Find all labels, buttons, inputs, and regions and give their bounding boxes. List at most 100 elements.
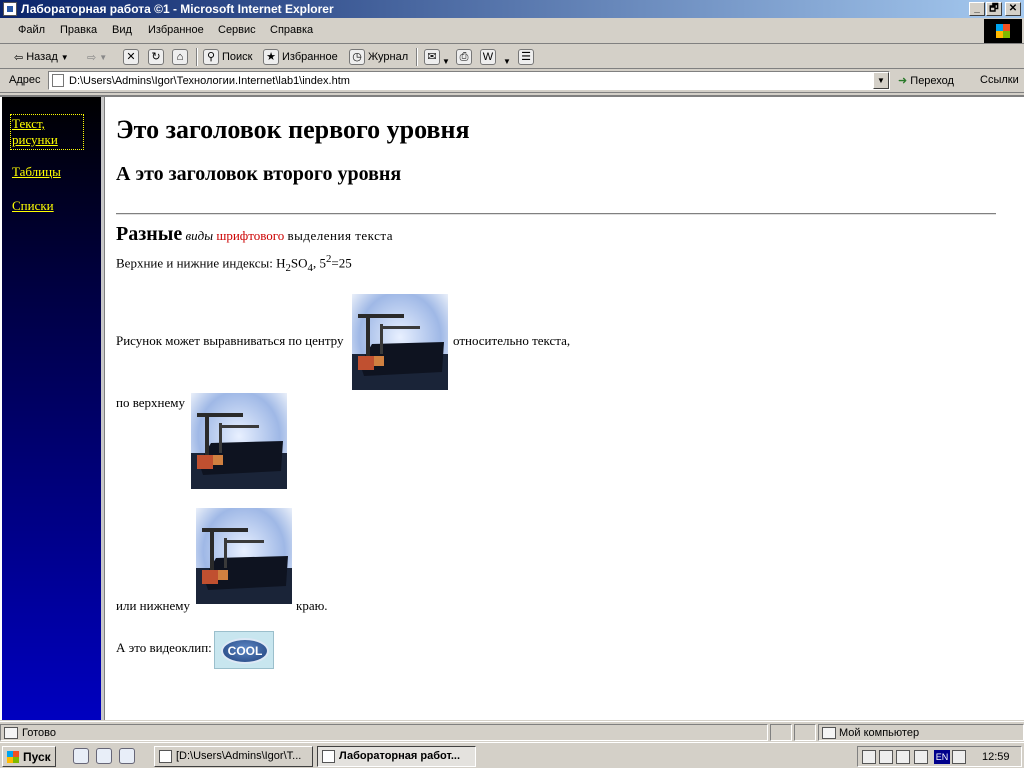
font-italic-word: виды xyxy=(185,228,214,243)
tray-icon-3[interactable] xyxy=(896,750,910,764)
font-red-word: шрифтового xyxy=(216,228,285,243)
my-computer-icon xyxy=(822,727,836,739)
history-label: Журнал xyxy=(368,51,409,63)
windows-logo-icon xyxy=(984,19,1022,43)
ship-image-top xyxy=(191,393,287,489)
edit-dropdown-icon[interactable]: ▼ xyxy=(503,53,511,69)
forward-arrow-icon: ⇨ xyxy=(87,51,97,64)
indices-so: SO xyxy=(290,255,308,271)
go-button[interactable]: ➜ Переход xyxy=(898,74,954,87)
history-icon: ◷ xyxy=(349,49,365,65)
task-label: [D:\Users\Admins\Igor\T... xyxy=(176,750,302,762)
indices-line: Верхние и нижние индексы: H2SO4, 52=25 xyxy=(116,253,352,274)
img-bottom-text-after: краю. xyxy=(296,598,328,613)
img-top-text: по верхнему xyxy=(116,395,185,410)
task-ie-window[interactable]: Лабораторная работ... xyxy=(317,746,476,767)
forward-button[interactable]: ⇨ ▼ xyxy=(87,49,107,65)
tray-icon-2[interactable] xyxy=(879,750,893,764)
ie-icon xyxy=(322,750,335,763)
horizontal-rule xyxy=(116,213,996,215)
task-label: Лабораторная работ... xyxy=(339,750,461,762)
indices-result: =25 xyxy=(331,255,352,271)
discuss-icon[interactable]: ☰ xyxy=(518,49,534,65)
history-button[interactable]: ◷ Журнал xyxy=(349,49,408,65)
indices-five: , 5 xyxy=(312,255,326,271)
back-button[interactable]: ⇦ Назад ▼ xyxy=(14,49,69,65)
img-center-text-before: Рисунок может выравниваться по центру xyxy=(116,333,344,348)
mail-dropdown-icon[interactable]: ▼ xyxy=(442,53,450,69)
clock[interactable]: 12:59 xyxy=(982,751,1010,763)
menu-favorites[interactable]: Избранное xyxy=(148,24,204,36)
status-secure-panel xyxy=(794,724,816,741)
stop-icon[interactable]: ✕ xyxy=(123,49,139,65)
nav-link-tables[interactable]: Таблицы xyxy=(12,164,82,180)
tray-icon-5[interactable] xyxy=(952,750,966,764)
status-progress-panel xyxy=(770,724,792,741)
favorites-button[interactable]: ★ Избранное xyxy=(263,49,338,65)
video-label: А это видеоклип: xyxy=(116,640,212,655)
address-dropdown-icon[interactable]: ▼ xyxy=(873,72,889,89)
menu-file[interactable]: Файл xyxy=(18,24,45,36)
tray-icon-1[interactable] xyxy=(862,750,876,764)
page-status-icon xyxy=(4,727,18,739)
menu-tools[interactable]: Сервис xyxy=(218,24,256,36)
maximize-button[interactable]: 🗗 xyxy=(986,2,1002,16)
frame-border[interactable] xyxy=(101,97,105,720)
window-title: Лабораторная работа ©1 - Microsoft Inter… xyxy=(21,2,334,16)
task-explorer-folder[interactable]: [D:\Users\Admins\Igor\T... xyxy=(154,746,313,767)
status-text: Готово xyxy=(22,727,56,739)
forward-dropdown-icon[interactable]: ▼ xyxy=(99,53,107,62)
address-url[interactable]: D:\Users\Admins\Igor\Технологии.Internet… xyxy=(69,75,350,87)
go-arrow-icon: ➜ xyxy=(898,75,908,87)
browser-viewport[interactable]: Текст, рисунки Таблицы Списки Это заголо… xyxy=(0,95,1024,720)
toolbar-separator xyxy=(416,48,418,66)
font-spaced-words: выделения текста xyxy=(287,228,394,243)
menu-edit[interactable]: Правка xyxy=(60,24,97,36)
zone-text: Мой компьютер xyxy=(839,727,920,739)
menu-bar: Файл Правка Вид Избранное Сервис Справка xyxy=(0,18,1024,44)
heading-level-1: Это заголовок первого уровня xyxy=(116,115,470,144)
nav-link-text-images[interactable]: Текст, рисунки xyxy=(10,114,84,150)
search-button[interactable]: ⚲ Поиск xyxy=(203,49,252,65)
ship-image-middle xyxy=(352,294,448,390)
desktop-quicklaunch-icon[interactable] xyxy=(119,748,135,764)
refresh-icon[interactable]: ↻ xyxy=(148,49,164,65)
windows-flag-icon xyxy=(7,751,19,763)
address-label: Адрес xyxy=(9,74,41,86)
img-bottom-text-before: или нижнему xyxy=(116,598,191,613)
favorites-label: Избранное xyxy=(282,51,338,63)
home-icon[interactable]: ⌂ xyxy=(172,49,188,65)
cool-badge: COOL xyxy=(221,638,269,664)
img-center-text-after: относительно текста, xyxy=(453,333,571,348)
standard-toolbar: ⇦ Назад ▼ ⇨ ▼ ✕ ↻ ⌂ ⚲ Поиск ★ Избранное … xyxy=(0,45,1024,69)
minimize-button[interactable]: _ xyxy=(969,2,985,16)
search-icon: ⚲ xyxy=(203,49,219,65)
mail-icon[interactable]: ✉ xyxy=(424,49,440,65)
address-input[interactable]: D:\Users\Admins\Igor\Технологии.Internet… xyxy=(48,71,890,90)
close-button[interactable]: ✕ xyxy=(1005,2,1021,16)
video-clip[interactable]: COOL xyxy=(214,631,274,669)
links-button[interactable]: Ссылки xyxy=(980,74,1019,86)
print-icon[interactable]: ⎙ xyxy=(456,49,472,65)
tray-icon-4[interactable] xyxy=(914,750,928,764)
start-label: Пуск xyxy=(23,750,51,764)
language-indicator[interactable]: EN xyxy=(934,750,950,764)
back-arrow-icon: ⇦ xyxy=(14,51,24,64)
ie-quicklaunch-icon[interactable] xyxy=(73,748,89,764)
go-label: Переход xyxy=(910,75,954,87)
ie-page-icon xyxy=(3,2,17,16)
menu-help[interactable]: Справка xyxy=(270,24,313,36)
edit-icon[interactable]: W xyxy=(480,49,496,65)
search-label: Поиск xyxy=(222,51,253,63)
menu-view[interactable]: Вид xyxy=(112,24,132,36)
font-styles-line: Разные виды шрифтового выделения текста xyxy=(116,223,393,246)
back-dropdown-icon[interactable]: ▼ xyxy=(61,53,69,62)
taskbar: Пуск [D:\Users\Admins\Igor\T... Лаборато… xyxy=(0,742,1024,768)
system-tray: EN 12:59 xyxy=(857,746,1022,767)
outlook-quicklaunch-icon[interactable] xyxy=(96,748,112,764)
start-button[interactable]: Пуск xyxy=(2,746,56,767)
back-label: Назад xyxy=(26,51,58,63)
status-main-panel: Готово xyxy=(0,724,768,741)
nav-link-lists[interactable]: Списки xyxy=(12,198,82,214)
heading-level-2: А это заголовок второго уровня xyxy=(116,163,402,185)
